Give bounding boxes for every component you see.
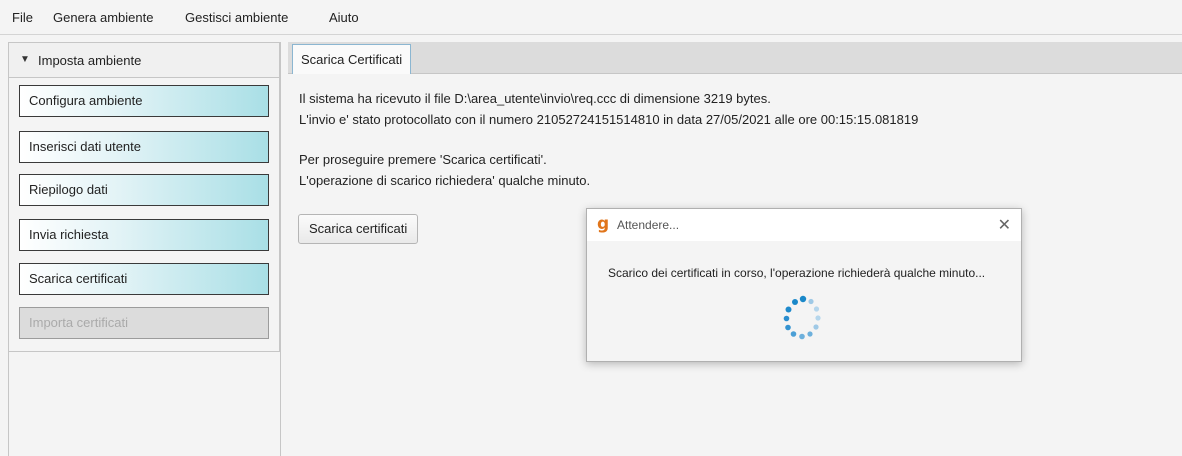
inserisci-dati-utente-button[interactable]: Inserisci dati utente bbox=[19, 131, 269, 163]
scarica-certificati-side-button[interactable]: Scarica certificati bbox=[19, 263, 269, 295]
menu-genera-ambiente[interactable]: Genera ambiente bbox=[53, 10, 153, 25]
spinner-dot bbox=[799, 333, 805, 340]
dialog-title: Attendere... bbox=[617, 218, 680, 232]
sidebar-panel: ▼ Imposta ambiente Configura ambiente In… bbox=[8, 42, 280, 352]
loading-spinner-icon bbox=[783, 295, 821, 340]
menu-aiuto[interactable]: Aiuto bbox=[329, 10, 359, 25]
message-protocol: L'invio e' stato protocollato con il num… bbox=[299, 112, 919, 127]
sidebar-header[interactable]: ▼ Imposta ambiente bbox=[9, 43, 279, 78]
tab-bar: Scarica Certificati bbox=[288, 42, 1182, 75]
menu-file[interactable]: File bbox=[12, 10, 33, 25]
tab-scarica-certificati[interactable]: Scarica Certificati bbox=[292, 44, 412, 75]
spinner-dot bbox=[799, 295, 807, 303]
spinner-dot bbox=[813, 306, 820, 312]
invia-richiesta-button[interactable]: Invia richiesta bbox=[19, 219, 269, 251]
scarica-certificati-button[interactable]: Scarica certificati bbox=[298, 214, 419, 244]
spinner-dot bbox=[815, 315, 821, 321]
app-logo-icon: g bbox=[597, 214, 610, 234]
spinner-dot bbox=[785, 306, 792, 313]
sidebar-left-border bbox=[8, 352, 9, 456]
sidebar-divider bbox=[280, 42, 281, 456]
spinner-dot bbox=[813, 324, 819, 330]
importa-certificati-button: Importa certificati bbox=[19, 307, 269, 339]
configura-ambiente-button[interactable]: Configura ambiente bbox=[19, 85, 269, 117]
spinner-dot bbox=[807, 331, 813, 337]
spinner-dot bbox=[808, 298, 814, 305]
riepilogo-dati-button[interactable]: Riepilogo dati bbox=[19, 174, 269, 206]
dialog-message: Scarico dei certificati in corso, l'oper… bbox=[608, 266, 986, 280]
sidebar-title: Imposta ambiente bbox=[38, 53, 142, 68]
dialog-titlebar[interactable]: g Attendere... ✕ bbox=[587, 209, 1021, 241]
message-instruction: Per proseguire premere 'Scarica certific… bbox=[299, 152, 547, 167]
triangle-down-icon: ▼ bbox=[20, 54, 30, 65]
spinner-dot bbox=[783, 315, 790, 322]
wait-dialog: g Attendere... ✕ Scarico dei certificati… bbox=[586, 208, 1022, 362]
menu-gestisci-ambiente[interactable]: Gestisci ambiente bbox=[185, 10, 288, 25]
spinner-dot bbox=[790, 331, 797, 337]
spinner-dot bbox=[785, 324, 791, 331]
close-icon[interactable]: ✕ bbox=[998, 215, 1011, 234]
message-wait-note: L'operazione di scarico richiedera' qual… bbox=[299, 173, 591, 188]
spinner-dot bbox=[792, 299, 798, 305]
menu-bar: File Genera ambiente Gestisci ambiente A… bbox=[0, 0, 1182, 35]
message-file-received: Il sistema ha ricevuto il file D:\area_u… bbox=[299, 91, 771, 106]
